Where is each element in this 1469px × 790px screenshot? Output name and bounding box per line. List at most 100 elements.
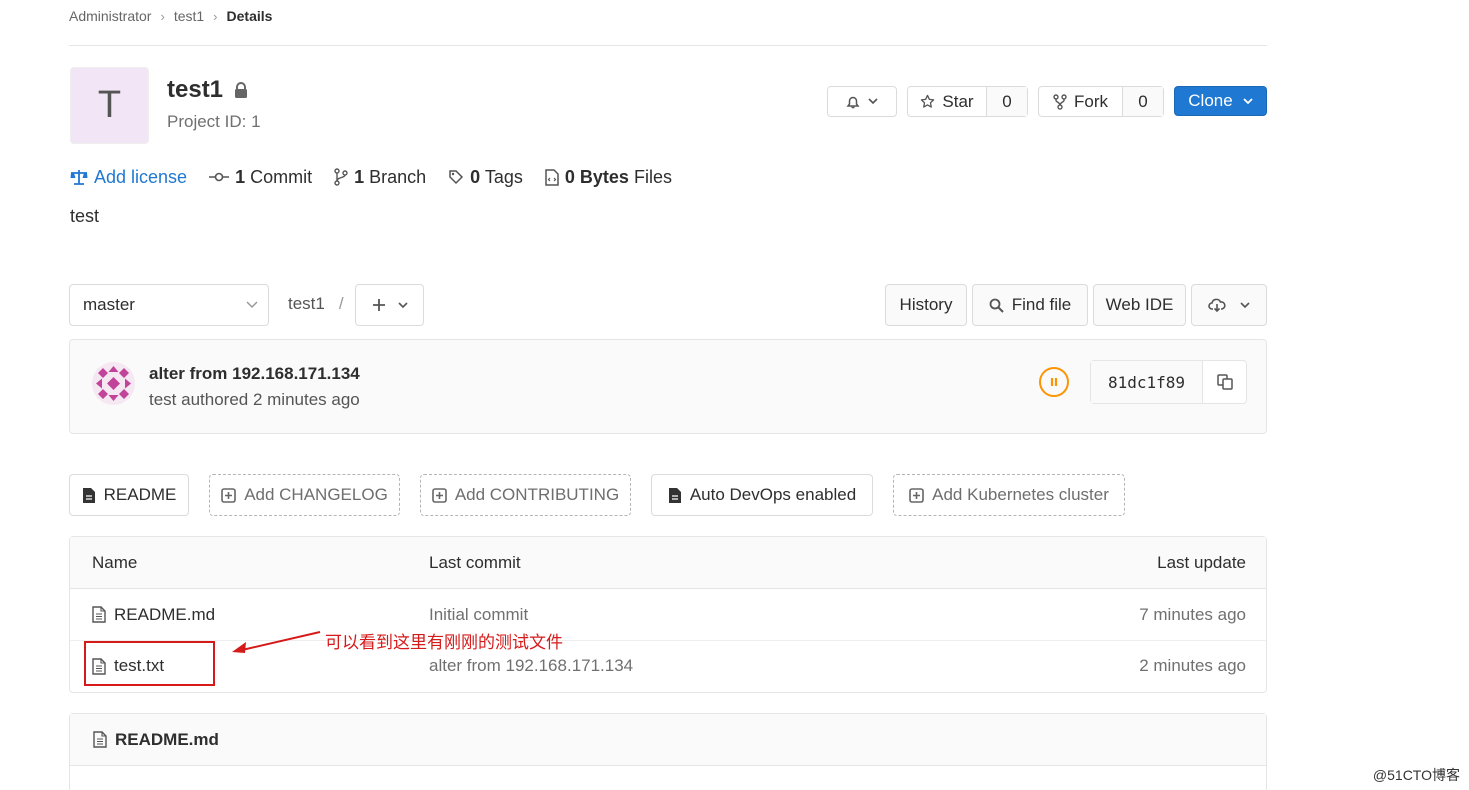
plus-icon [372, 299, 385, 311]
file-last-update: 2 minutes ago [1139, 656, 1246, 675]
fork-button[interactable]: Fork [1039, 92, 1122, 112]
file-name-cell: README.md [92, 589, 215, 640]
bell-icon [846, 96, 860, 108]
project-avatar: T [70, 67, 149, 144]
project-id: Project ID: 1 [167, 112, 261, 131]
add-contributing-link[interactable]: Add CONTRIBUTING [420, 474, 631, 516]
fork-count[interactable]: 0 [1122, 87, 1163, 116]
commit-icon [209, 172, 230, 182]
readme-link-label: README [103, 485, 177, 504]
files-label: Files [633, 166, 672, 187]
pipeline-status-icon[interactable] [1039, 367, 1069, 397]
file-last-update: 7 minutes ago [1139, 604, 1246, 624]
readme-link[interactable]: README [69, 474, 189, 516]
star-label: Star [942, 91, 974, 111]
add-file-dropdown[interactable] [355, 284, 424, 326]
readme-panel: README.md [69, 713, 1267, 790]
chevron-right-icon: › [160, 8, 165, 24]
cloud-download-icon [1208, 298, 1226, 312]
add-license-link[interactable]: Add license [70, 167, 187, 188]
project-title: test1 [167, 76, 248, 104]
files-link[interactable]: 0 Bytes Files [545, 167, 672, 188]
last-commit-panel: alter from 192.168.171.134 test authored… [69, 339, 1267, 434]
notification-dropdown[interactable] [827, 86, 897, 117]
find-file-label: Find file [1011, 295, 1072, 314]
header-last-update: Last update [1157, 552, 1246, 572]
repo-path: test1 / [288, 294, 344, 314]
fork-label: Fork [1074, 91, 1108, 111]
table-header: Name Last commit Last update [70, 537, 1266, 589]
readme-panel-header: README.md [70, 714, 1266, 766]
commit-label: Commit [250, 166, 313, 187]
star-icon [921, 94, 935, 108]
download-dropdown[interactable] [1191, 284, 1267, 326]
commit-sha[interactable]: 81dc1f89 [1091, 361, 1203, 403]
add-kubernetes-link[interactable]: Add Kubernetes cluster [893, 474, 1125, 516]
add-changelog-link[interactable]: Add CHANGELOG [209, 474, 400, 516]
project-description: test [70, 206, 100, 226]
branches-link[interactable]: 1 Branch [334, 167, 426, 188]
web-ide-button[interactable]: Web IDE [1093, 284, 1186, 326]
readme-panel-title[interactable]: README.md [115, 730, 219, 750]
add-license-label: Add license [94, 166, 188, 187]
commit-author-avatar[interactable] [92, 362, 135, 405]
file-name-link[interactable]: README.md [114, 605, 215, 625]
commit-meta: test authored 2 minutes ago [149, 390, 360, 409]
chevron-down-icon [246, 301, 258, 309]
star-button[interactable]: Star [908, 92, 986, 112]
breadcrumb-project[interactable]: test1 [174, 8, 204, 24]
branch-selector[interactable]: master [69, 284, 269, 326]
search-icon [989, 298, 1004, 313]
fork-button-group: Fork 0 [1038, 86, 1164, 117]
history-button[interactable]: History [885, 284, 967, 326]
pause-icon [1050, 378, 1058, 386]
header-name: Name [92, 552, 138, 572]
file-text-icon [92, 606, 106, 623]
auto-devops-link[interactable]: Auto DevOps enabled [651, 474, 873, 516]
star-count[interactable]: 0 [986, 87, 1027, 116]
scale-icon [70, 170, 88, 185]
commits-link[interactable]: 1 Commit [209, 167, 312, 188]
chevron-right-icon: › [213, 8, 218, 24]
breadcrumb-administrator[interactable]: Administrator [69, 8, 151, 24]
header-last-commit: Last commit [429, 552, 521, 572]
divider [69, 45, 1267, 46]
lock-icon [235, 81, 248, 98]
clone-button[interactable]: Clone [1174, 86, 1267, 116]
commit-title-link[interactable]: alter from 192.168.171.134 [149, 364, 360, 384]
plus-square-icon [221, 487, 236, 503]
files-size: 0 Bytes [564, 166, 629, 187]
history-label: History [899, 295, 953, 314]
project-name: test1 [167, 76, 224, 103]
star-button-group: Star 0 [907, 86, 1028, 117]
tag-label: Tags [484, 166, 523, 187]
tags-link[interactable]: 0 Tags [448, 167, 523, 188]
copy-icon [1216, 374, 1233, 390]
path-root-link[interactable]: test1 [288, 294, 325, 314]
breadcrumb: Administrator › test1 › Details [69, 6, 272, 26]
project-stats: Add license 1 Commit 1 Branch 0 Tags 0 B… [70, 166, 694, 188]
file-text-icon [93, 731, 107, 748]
annotation-arrow-icon [232, 631, 321, 653]
commit-sha-group: 81dc1f89 [1090, 360, 1247, 404]
chevron-down-icon [1243, 97, 1253, 104]
clone-label: Clone [1188, 91, 1233, 110]
fork-icon [1053, 93, 1067, 110]
watermark: @51CTO博客 [1372, 767, 1460, 783]
annotation-highlight-box [84, 641, 215, 686]
chevron-down-icon [397, 301, 408, 308]
path-separator: / [338, 294, 344, 313]
web-ide-label: Web IDE [1105, 295, 1174, 314]
copy-sha-button[interactable] [1203, 361, 1246, 403]
plus-square-icon [909, 487, 924, 503]
chevron-down-icon [868, 98, 878, 105]
file-code-icon [545, 168, 559, 186]
plus-square-icon [432, 487, 447, 503]
annotation-text: 可以看到这里有刚刚的测试文件 [325, 633, 563, 652]
find-file-button[interactable]: Find file [972, 284, 1088, 326]
branch-count: 1 [354, 166, 365, 187]
breadcrumb-details[interactable]: Details [227, 8, 273, 24]
add-contributing-label: Add CONTRIBUTING [454, 485, 620, 504]
file-tree-table: Name Last commit Last update README.md I… [69, 536, 1267, 693]
commit-count: 1 [235, 166, 246, 187]
